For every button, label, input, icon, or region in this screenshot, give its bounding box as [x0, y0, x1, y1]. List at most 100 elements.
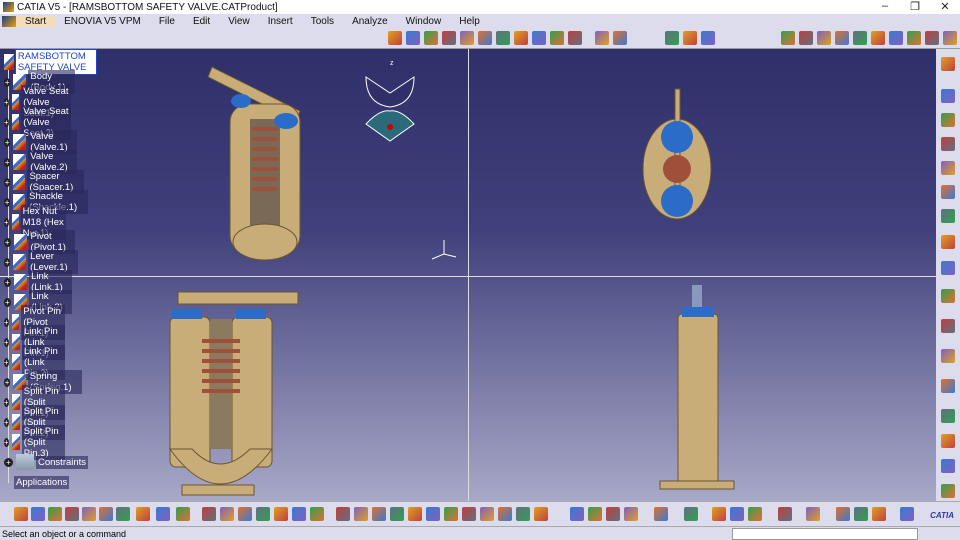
- toolbar-tool-icon[interactable]: [683, 31, 697, 45]
- toolbar-tool-icon[interactable]: [941, 89, 955, 103]
- toolbar-tool-icon[interactable]: [550, 31, 564, 45]
- toolbar-tool-icon[interactable]: [570, 507, 584, 521]
- toolbar-tool-icon[interactable]: [460, 31, 474, 45]
- toolbar-tool-icon[interactable]: [156, 507, 170, 521]
- toolbar-tool-icon[interactable]: [941, 349, 955, 363]
- expand-icon[interactable]: +: [4, 137, 11, 147]
- toolbar-tool-icon[interactable]: [292, 507, 306, 521]
- toolbar-tool-icon[interactable]: [48, 507, 62, 521]
- tree-item[interactable]: + Pivot (Pivot.1): [4, 230, 76, 254]
- toolbar-tool-icon[interactable]: [408, 507, 422, 521]
- toolbar-tool-icon[interactable]: [588, 507, 602, 521]
- menu-view[interactable]: View: [219, 16, 259, 27]
- toolbar-tool-icon[interactable]: [372, 507, 386, 521]
- toolbar-tool-icon[interactable]: [854, 507, 868, 521]
- menu-file[interactable]: File: [150, 16, 184, 27]
- toolbar-tool-icon[interactable]: [624, 507, 638, 521]
- tree-item[interactable]: +Valve Seat (Valve Seat.2): [4, 104, 71, 140]
- toolbar-tool-icon[interactable]: [534, 507, 548, 521]
- toolbar-tool-icon[interactable]: [853, 31, 867, 45]
- toolbar-tool-icon[interactable]: [532, 31, 546, 45]
- expand-icon[interactable]: +: [4, 357, 9, 367]
- toolbar-tool-icon[interactable]: [943, 31, 957, 45]
- expand-icon[interactable]: +: [4, 157, 11, 167]
- toolbar-tool-icon[interactable]: [941, 209, 955, 223]
- toolbar-tool-icon[interactable]: [336, 507, 350, 521]
- menu-edit[interactable]: Edit: [184, 16, 219, 27]
- toolbar-tool-icon[interactable]: [941, 161, 955, 175]
- tree-item[interactable]: + Lever (Lever.1): [4, 250, 78, 274]
- toolbar-tool-icon[interactable]: [256, 507, 270, 521]
- toolbar-tool-icon[interactable]: [781, 31, 795, 45]
- toolbar-tool-icon[interactable]: [496, 31, 510, 45]
- expand-icon[interactable]: +: [4, 177, 11, 187]
- expand-icon[interactable]: +: [4, 197, 11, 207]
- toolbar-tool-icon[interactable]: [202, 507, 216, 521]
- tree-item-constraints[interactable]: + Constraints: [4, 453, 89, 471]
- toolbar-tool-icon[interactable]: [238, 507, 252, 521]
- toolbar-tool-icon[interactable]: [444, 507, 458, 521]
- side-view-valve[interactable]: [659, 285, 735, 490]
- toolbar-tool-icon[interactable]: [82, 507, 96, 521]
- front-view-valve[interactable]: [169, 291, 299, 496]
- command-input[interactable]: [732, 528, 918, 540]
- expand-icon[interactable]: +: [4, 337, 9, 347]
- toolbar-tool-icon[interactable]: [941, 289, 955, 303]
- toolbar-tool-icon[interactable]: [701, 31, 715, 45]
- toolbar-tool-icon[interactable]: [31, 507, 45, 521]
- tree-item[interactable]: + Split Pin (Split Pin.3): [4, 424, 65, 460]
- expand-icon[interactable]: +: [4, 317, 9, 327]
- toolbar-tool-icon[interactable]: [478, 31, 492, 45]
- toolbar-tool-icon[interactable]: [14, 507, 28, 521]
- expand-icon[interactable]: +: [4, 77, 11, 87]
- expand-icon[interactable]: +: [4, 217, 9, 227]
- menu-window[interactable]: Window: [397, 16, 451, 27]
- expand-icon[interactable]: +: [4, 257, 11, 267]
- expand-icon[interactable]: +: [4, 117, 9, 127]
- toolbar-tool-icon[interactable]: [941, 57, 955, 71]
- expand-icon[interactable]: +: [4, 457, 13, 467]
- tree-item[interactable]: +Link Pin (Link Pin.2): [4, 344, 65, 380]
- menu-analyze[interactable]: Analyze: [343, 16, 397, 27]
- toolbar-tool-icon[interactable]: [220, 507, 234, 521]
- toolbar-tool-icon[interactable]: [817, 31, 831, 45]
- close-button[interactable]: ✕: [930, 0, 960, 13]
- toolbar-tool-icon[interactable]: [462, 507, 476, 521]
- toolbar-tool-icon[interactable]: [835, 31, 849, 45]
- menu-tools[interactable]: Tools: [302, 16, 343, 27]
- toolbar-tool-icon[interactable]: [836, 507, 850, 521]
- expand-icon[interactable]: +: [4, 237, 11, 247]
- toolbar-tool-icon[interactable]: [712, 507, 726, 521]
- tree-item[interactable]: + Valve (Valve.1): [4, 130, 78, 154]
- toolbar-tool-icon[interactable]: [941, 459, 955, 473]
- expand-icon[interactable]: +: [4, 397, 9, 407]
- toolbar-tool-icon[interactable]: [941, 137, 955, 151]
- toolbar-tool-icon[interactable]: [136, 507, 150, 521]
- toolbar-tool-icon[interactable]: [941, 319, 955, 333]
- toolbar-tool-icon[interactable]: [480, 507, 494, 521]
- toolbar-tool-icon[interactable]: [730, 507, 744, 521]
- toolbar-tool-icon[interactable]: [872, 507, 886, 521]
- tree-item[interactable]: + Valve (Valve.2): [4, 150, 78, 174]
- expand-icon[interactable]: +: [4, 437, 9, 447]
- 3d-viewport[interactable]: z RAMSBOTTOM SAFETY VALVE+Body (Body.1)+…: [0, 49, 936, 501]
- toolbar-tool-icon[interactable]: [354, 507, 368, 521]
- toolbar-tool-icon[interactable]: [799, 31, 813, 45]
- toolbar-tool-icon[interactable]: [442, 31, 456, 45]
- toolbar-tool-icon[interactable]: [889, 31, 903, 45]
- menu-insert[interactable]: Insert: [259, 16, 302, 27]
- toolbar-tool-icon[interactable]: [390, 507, 404, 521]
- compass-icon[interactable]: z: [365, 60, 415, 142]
- toolbar-tool-icon[interactable]: [613, 31, 627, 45]
- toolbar-tool-icon[interactable]: [778, 507, 792, 521]
- toolbar-tool-icon[interactable]: [606, 507, 620, 521]
- isometric-view-valve[interactable]: [207, 66, 301, 261]
- toolbar-tool-icon[interactable]: [941, 185, 955, 199]
- toolbar-tool-icon[interactable]: [654, 507, 668, 521]
- toolbar-tool-icon[interactable]: [406, 31, 420, 45]
- toolbar-tool-icon[interactable]: [941, 434, 955, 448]
- expand-icon[interactable]: +: [4, 97, 9, 107]
- toolbar-tool-icon[interactable]: [176, 507, 190, 521]
- tree-item[interactable]: +Hex Nut M18 (Hex Nut.1): [4, 204, 66, 240]
- toolbar-tool-icon[interactable]: [941, 235, 955, 249]
